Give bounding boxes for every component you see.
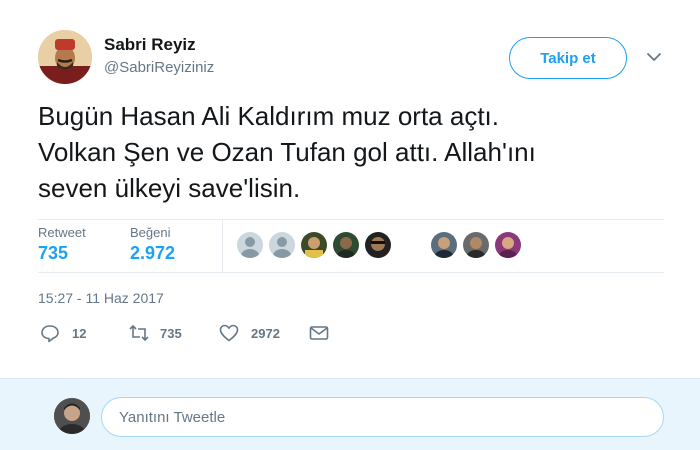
retweet-stat-value: 735	[38, 243, 69, 263]
retweet-button[interactable]: 735	[128, 322, 182, 344]
stats-divider	[222, 220, 223, 272]
author-handle[interactable]: @SabriReyiziniz	[104, 59, 214, 76]
tweet-text-line: seven ülkeyi save'lisin.	[38, 173, 301, 203]
heart-icon	[219, 324, 239, 342]
reply-button[interactable]: 12	[40, 322, 86, 344]
author-name[interactable]: Sabri Reyiz	[104, 35, 196, 55]
direct-message-button[interactable]	[309, 322, 329, 344]
tweet-text: Bugün Hasan Ali Kaldırım muz orta açtı. …	[38, 98, 668, 206]
retweet-stat[interactable]: Retweet 735	[38, 225, 86, 264]
reply-icon	[40, 323, 60, 343]
divider	[38, 272, 664, 273]
liker-avatar[interactable]	[365, 232, 391, 258]
current-user-avatar[interactable]	[54, 398, 90, 434]
retweet-count: 735	[160, 325, 182, 341]
liker-avatar[interactable]	[301, 232, 327, 258]
like-button[interactable]: 2972	[219, 322, 280, 344]
liker-avatar[interactable]	[269, 232, 295, 258]
tweet-text-line: Bugün Hasan Ali Kaldırım muz orta açtı.	[38, 101, 499, 131]
likes-stat-value: 2.972	[130, 243, 176, 263]
divider	[38, 219, 664, 220]
tweet-timestamp[interactable]: 15:27 - 11 Haz 2017	[38, 290, 164, 306]
liker-avatar[interactable]	[463, 232, 489, 258]
likes-stat[interactable]: Beğeni 2.972	[130, 225, 175, 264]
retweet-stat-label: Retweet	[38, 225, 86, 240]
reply-count: 12	[72, 325, 87, 341]
chevron-down-icon[interactable]	[645, 50, 663, 64]
author-avatar[interactable]	[38, 30, 92, 84]
envelope-icon	[309, 325, 329, 341]
liker-avatar[interactable]	[333, 232, 359, 258]
tweet-card: Sabri Reyiz @SabriReyiziniz Takip et Bug…	[0, 0, 700, 378]
reply-input[interactable]	[101, 397, 664, 437]
likes-stat-label: Beğeni	[130, 225, 171, 240]
liker-avatar[interactable]	[237, 232, 263, 258]
like-count: 2972	[251, 325, 280, 341]
liker-avatar[interactable]	[431, 232, 457, 258]
follow-button[interactable]: Takip et	[509, 37, 627, 79]
liker-avatar[interactable]	[495, 232, 521, 258]
retweet-icon	[128, 324, 150, 342]
tweet-text-line: Volkan Şen ve Ozan Tufan gol attı. Allah…	[38, 137, 536, 167]
